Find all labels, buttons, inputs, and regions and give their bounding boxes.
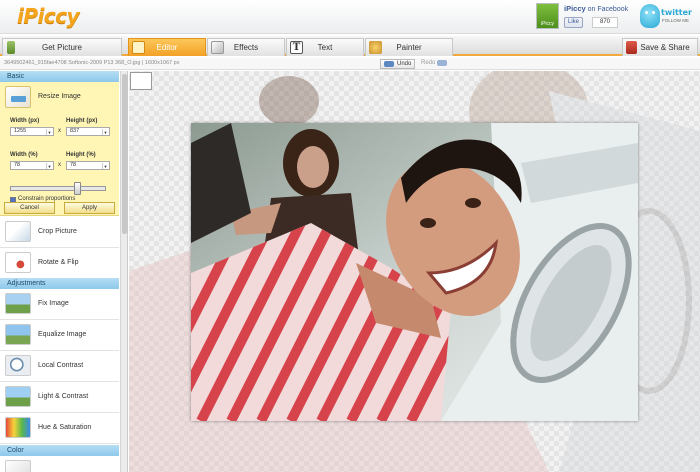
tools-sidebar: Basic Resize Image Width (px) Height (px…: [0, 71, 128, 472]
cancel-button[interactable]: Cancel: [4, 202, 55, 214]
width-px-input[interactable]: 1255 ▼: [10, 127, 54, 136]
width-percent-input[interactable]: 78 ▼: [10, 161, 54, 170]
redo-button[interactable]: Redo: [418, 59, 449, 69]
tab-text[interactable]: T Text: [286, 38, 364, 56]
resize-percent-slider[interactable]: [10, 182, 106, 195]
sidebar-scrollbar[interactable]: [120, 71, 127, 472]
height-percent-label: Height (%): [66, 152, 96, 158]
chevron-down-icon[interactable]: ▼: [46, 163, 52, 169]
tab-effects[interactable]: Effects: [207, 38, 285, 56]
main-tab-bar: Get Picture Editor Effects T Text Painte…: [0, 36, 700, 56]
chevron-down-icon[interactable]: ▼: [102, 163, 108, 169]
height-px-label: Height (px): [66, 118, 98, 124]
app-logo[interactable]: iPiccy: [17, 4, 80, 28]
file-name-label: 3649502461_915fae4708 Softonic-2009 P13 …: [4, 60, 180, 66]
apply-button[interactable]: Apply: [64, 202, 115, 214]
light-contrast-icon: [5, 386, 31, 407]
tab-painter[interactable]: Painter: [365, 38, 453, 56]
resize-image-icon: [5, 86, 31, 108]
resize-image-title: Resize Image: [38, 93, 81, 100]
rotate-icon: [5, 252, 31, 273]
scrollbar-thumb[interactable]: [122, 74, 127, 234]
equalize-icon: [5, 324, 31, 345]
multiply-sign: x: [58, 162, 61, 168]
width-px-label: Width (px): [10, 118, 40, 124]
chevron-down-icon[interactable]: ▼: [102, 129, 108, 135]
editor-canvas[interactable]: [129, 71, 700, 472]
magnifier-icon: [5, 355, 31, 376]
multiply-sign: x: [58, 128, 61, 134]
tab-get-picture[interactable]: Get Picture: [2, 38, 122, 56]
edited-photo[interactable]: [191, 123, 638, 421]
height-percent-input[interactable]: 78 ▼: [66, 161, 110, 170]
tool-fix-image[interactable]: Fix Image: [0, 289, 119, 320]
fix-image-icon: [5, 293, 31, 314]
twitter-follow-label: FOLLOW ME: [662, 18, 690, 23]
undo-button[interactable]: Undo: [380, 59, 416, 69]
tool-crop-picture[interactable]: Crop Picture: [0, 217, 119, 248]
twitter-label: twitter: [661, 8, 692, 17]
height-px-input[interactable]: 837 ▼: [66, 127, 110, 136]
facebook-page-title[interactable]: iPiccy on Facebook: [564, 4, 628, 13]
tab-editor[interactable]: Editor: [128, 38, 206, 56]
resize-image-panel: Resize Image Width (px) Height (px) 1255…: [0, 82, 119, 216]
section-header-color: Color: [0, 445, 119, 456]
tab-save-share[interactable]: Save & Share: [622, 38, 698, 56]
file-info-bar: 3649502461_915fae4708 Softonic-2009 P13 …: [0, 58, 700, 70]
section-header-adjustments: Adjustments: [0, 278, 119, 289]
color-tool-icon: [5, 460, 31, 472]
tool-local-contrast[interactable]: Local Contrast: [0, 351, 119, 382]
tool-color-next[interactable]: [0, 456, 119, 472]
facebook-like-count: 870: [592, 17, 618, 28]
twitter-bird-icon: [640, 4, 660, 28]
facebook-widget: iPiccy iPiccy on Facebook Like 870: [536, 3, 628, 31]
facebook-like-button[interactable]: Like: [564, 17, 584, 28]
twitter-follow-widget[interactable]: twitter FOLLOW ME: [640, 4, 695, 30]
width-percent-label: Width (%): [10, 152, 38, 158]
chevron-down-icon[interactable]: ▼: [46, 129, 52, 135]
facebook-page-thumbnail[interactable]: iPiccy: [536, 3, 559, 29]
app-header: iPiccy iPiccy iPiccy on Facebook Like 87…: [0, 0, 700, 34]
slider-handle[interactable]: [74, 182, 81, 195]
photo-image: [191, 123, 638, 421]
tool-rotate-flip[interactable]: Rotate & Flip: [0, 248, 119, 279]
hue-saturation-icon: [5, 417, 31, 438]
tool-light-contrast[interactable]: Light & Contrast: [0, 382, 119, 413]
redo-icon: [437, 60, 448, 66]
crop-icon: [5, 221, 31, 242]
tool-equalize-image[interactable]: Equalize Image: [0, 320, 119, 351]
section-header-basic: Basic: [0, 71, 119, 82]
tool-hue-saturation[interactable]: Hue & Saturation: [0, 413, 119, 444]
undo-icon: [384, 61, 394, 67]
